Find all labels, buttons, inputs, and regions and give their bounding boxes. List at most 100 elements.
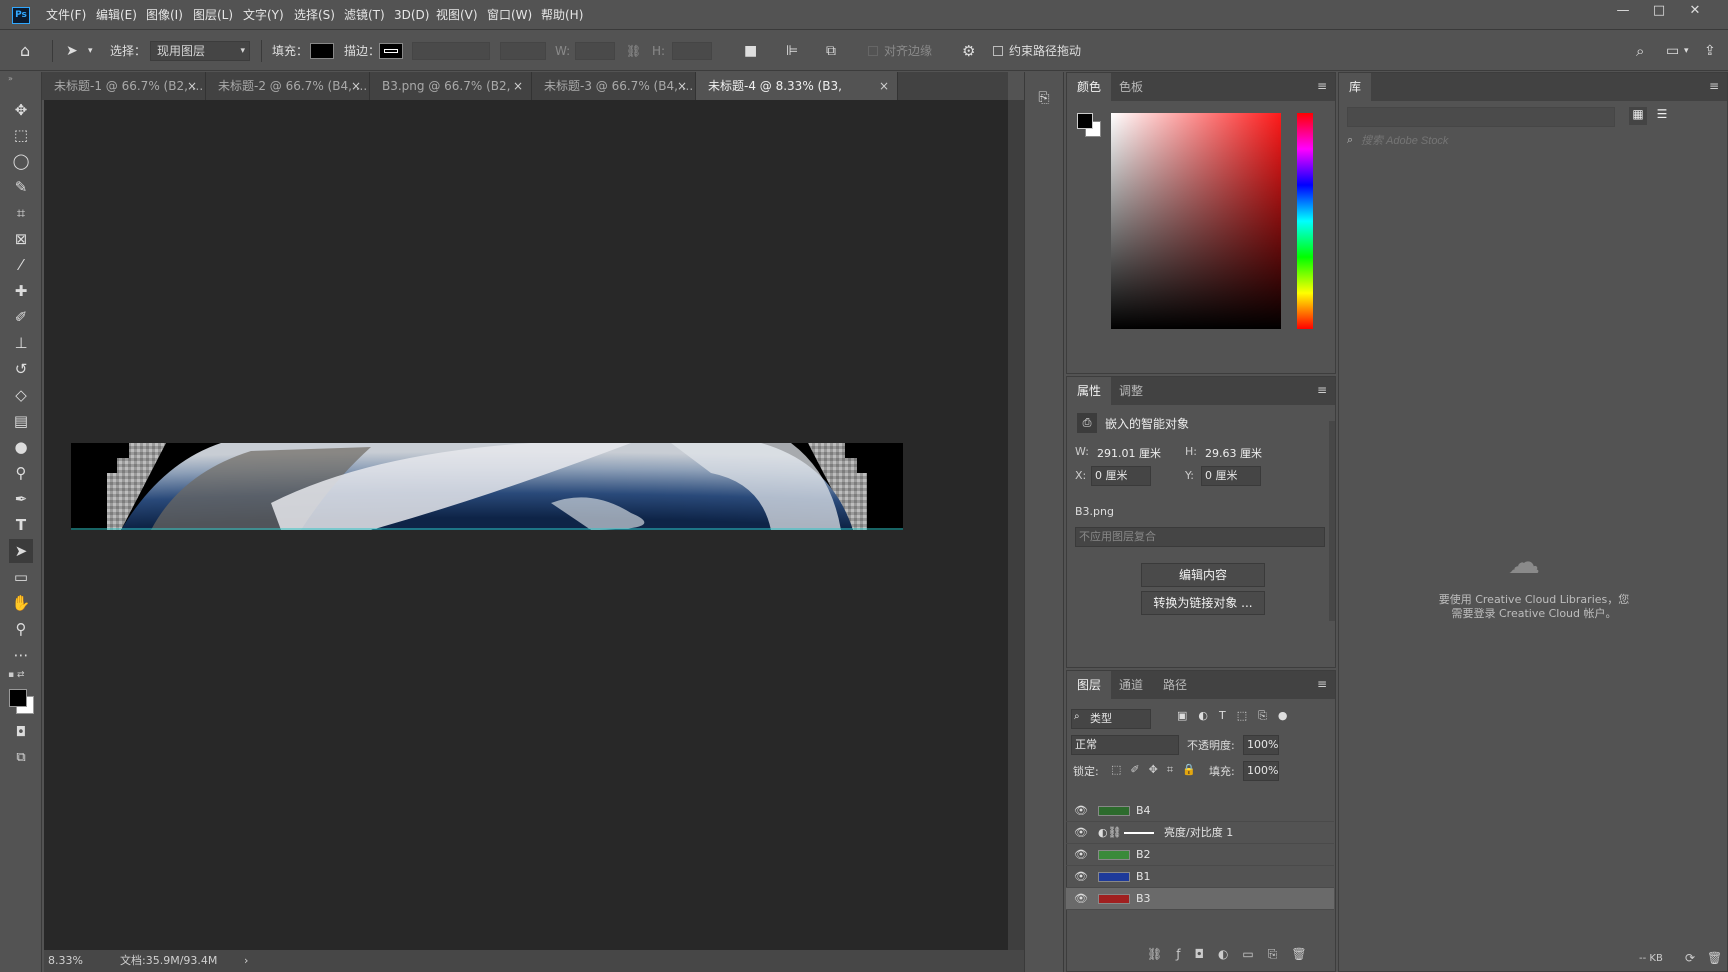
share-icon[interactable]: ⇪: [1704, 31, 1716, 71]
visibility-eye-icon[interactable]: 👁: [1074, 800, 1088, 822]
document-canvas[interactable]: [71, 443, 903, 530]
align-edges-checkbox[interactable]: [868, 46, 878, 56]
close-button[interactable]: ✕: [1677, 0, 1713, 24]
menu-window[interactable]: 窗口(W): [487, 0, 532, 30]
layer-row-selected[interactable]: 👁 B3: [1066, 888, 1334, 910]
menu-type[interactable]: 文字(Y): [243, 0, 284, 30]
minimize-button[interactable]: —: [1605, 0, 1641, 24]
layer-row[interactable]: 👁 ◐⛓ 亮度/对比度 1: [1066, 822, 1334, 844]
grid-view-icon[interactable]: ▦: [1629, 107, 1647, 125]
height-field[interactable]: [672, 42, 712, 60]
lasso-tool-icon[interactable]: ◯: [9, 149, 33, 173]
list-view-icon[interactable]: ☰: [1653, 107, 1671, 125]
menu-select[interactable]: 选择(S): [294, 0, 335, 30]
menu-file[interactable]: 文件(F): [46, 0, 86, 30]
menu-help[interactable]: 帮助(H): [541, 0, 583, 30]
gradient-tool-icon[interactable]: ▤: [9, 409, 33, 433]
foreground-color-swatch[interactable]: [1077, 113, 1093, 129]
close-tab-icon[interactable]: ×: [187, 72, 197, 100]
tab-swatches[interactable]: 色板: [1109, 73, 1153, 101]
panel-menu-icon[interactable]: ≡: [1317, 383, 1327, 397]
layer-name[interactable]: B1: [1136, 866, 1151, 888]
menu-view[interactable]: 视图(V): [436, 0, 478, 30]
tab-document-2[interactable]: 未标题-2 @ 66.7% (B4, ... ×: [206, 72, 370, 100]
x-field[interactable]: 0 厘米: [1091, 466, 1151, 486]
stroke-type-dropdown[interactable]: [500, 42, 546, 60]
canvas-scrollbar[interactable]: [1008, 100, 1024, 950]
close-tab-icon[interactable]: ×: [513, 72, 523, 100]
history-brush-tool-icon[interactable]: ↺: [9, 357, 33, 381]
layer-name[interactable]: B3: [1136, 888, 1151, 910]
chevron-down-icon[interactable]: ▾: [88, 31, 93, 71]
canvas-area[interactable]: [44, 100, 1008, 950]
menu-edit[interactable]: 编辑(E): [96, 0, 137, 30]
tab-paths[interactable]: 路径: [1153, 671, 1197, 699]
layer-name[interactable]: B2: [1136, 844, 1151, 866]
layer-comp-dropdown[interactable]: 不应用图层复合: [1075, 527, 1325, 547]
width-value[interactable]: 291.01 厘米: [1097, 445, 1161, 461]
layer-actions-icons[interactable]: ⛓ƒ◘◐▭⎘🗑: [1147, 947, 1321, 962]
stroke-swatch[interactable]: [379, 43, 403, 59]
dodge-tool-icon[interactable]: ⚲: [9, 461, 33, 485]
layer-filter-icons[interactable]: ▣◐T⬚⎘●: [1177, 709, 1299, 723]
menu-layer[interactable]: 图层(L): [193, 0, 233, 30]
path-select-arrow-icon[interactable]: ➤: [66, 31, 78, 71]
screen-mode-icon[interactable]: ⧉: [9, 746, 33, 770]
stroke-width-field[interactable]: [412, 42, 490, 60]
brush-tool-icon[interactable]: ✐: [9, 305, 33, 329]
tab-properties[interactable]: 属性: [1067, 377, 1112, 405]
panel-menu-icon[interactable]: ≡: [1709, 79, 1719, 93]
layer-name[interactable]: B4: [1136, 800, 1151, 822]
marquee-tool-icon[interactable]: ⬚: [9, 123, 33, 147]
sync-icon[interactable]: ⟳: [1685, 951, 1695, 965]
y-field[interactable]: 0 厘米: [1201, 466, 1261, 486]
eraser-tool-icon[interactable]: ◇: [9, 383, 33, 407]
visibility-eye-icon[interactable]: 👁: [1074, 866, 1088, 888]
layer-row[interactable]: 👁 B2: [1066, 844, 1334, 866]
menu-filter[interactable]: 滤镜(T): [344, 0, 385, 30]
color-field[interactable]: [1111, 113, 1281, 329]
close-tab-icon[interactable]: ×: [351, 72, 361, 100]
library-dropdown[interactable]: [1347, 107, 1615, 127]
workspace-icon[interactable]: ▭: [1666, 31, 1679, 71]
blur-tool-icon[interactable]: ●: [9, 435, 33, 459]
close-tab-icon[interactable]: ×: [677, 72, 687, 100]
gear-icon[interactable]: ⚙: [962, 31, 975, 71]
eyedropper-tool-icon[interactable]: ⁄: [9, 253, 33, 277]
crop-tool-icon[interactable]: ⌗: [9, 201, 33, 225]
rectangle-tool-icon[interactable]: ▭: [9, 565, 33, 589]
healing-brush-tool-icon[interactable]: ✚: [9, 279, 33, 303]
tab-layers[interactable]: 图层: [1067, 671, 1112, 699]
type-tool-icon[interactable]: T: [9, 513, 33, 537]
hand-tool-icon[interactable]: ✋: [9, 591, 33, 615]
layer-row[interactable]: 👁 B4: [1066, 800, 1334, 822]
home-icon[interactable]: ⌂: [20, 31, 30, 71]
height-value[interactable]: 29.63 厘米: [1205, 445, 1262, 461]
path-selection-tool-icon[interactable]: ➤: [9, 539, 33, 563]
tab-color[interactable]: 颜色: [1067, 73, 1112, 101]
status-menu-arrow-icon[interactable]: ›: [244, 950, 248, 972]
fill-swatch[interactable]: [310, 43, 334, 59]
select-dropdown[interactable]: 现用图层 ▾: [150, 41, 250, 61]
clone-stamp-tool-icon[interactable]: ⊥: [9, 331, 33, 355]
maximize-button[interactable]: □: [1641, 0, 1677, 24]
more-tools-icon[interactable]: ⋯: [9, 643, 33, 667]
path-operations-icon[interactable]: ■: [744, 31, 757, 71]
lock-icons[interactable]: ⬚✐✥⌗🔒: [1111, 763, 1205, 777]
convert-to-linked-button[interactable]: 转换为链接对象 ...: [1141, 591, 1265, 615]
history-panel-icon[interactable]: ⎘: [1033, 90, 1055, 112]
fill-field[interactable]: 100%: [1243, 761, 1279, 781]
layer-filter-dropdown[interactable]: 类型: [1071, 709, 1151, 729]
quick-select-tool-icon[interactable]: ✎: [9, 175, 33, 199]
visibility-eye-icon[interactable]: 👁: [1074, 888, 1088, 910]
collapse-toolbar-icon[interactable]: »: [8, 74, 13, 83]
blend-mode-dropdown[interactable]: 正常: [1071, 735, 1179, 755]
constrain-path-checkbox[interactable]: [993, 46, 1003, 56]
stock-search-input[interactable]: [1361, 133, 1661, 149]
tab-document-4[interactable]: 未标题-4 @ 8.33% (B3, RGB/8#) *×: [696, 72, 898, 121]
close-tab-icon[interactable]: ×: [879, 72, 889, 100]
panel-menu-icon[interactable]: ≡: [1317, 677, 1327, 691]
layer-row[interactable]: 👁 B1: [1066, 866, 1334, 888]
opacity-field[interactable]: 100%: [1243, 735, 1279, 755]
hue-slider[interactable]: [1297, 113, 1313, 329]
